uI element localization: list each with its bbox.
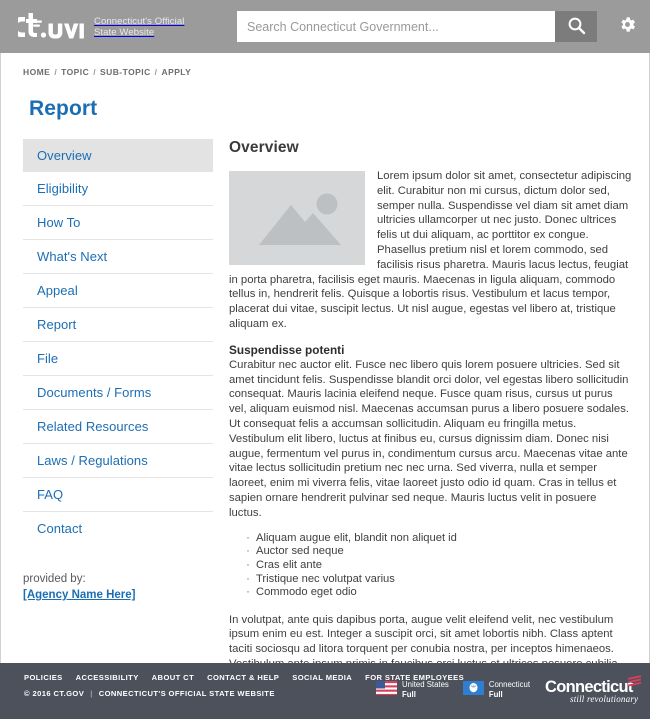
footer-link-social-media[interactable]: SOCIAL MEDIA: [292, 673, 352, 682]
copyright-separator: |: [90, 689, 93, 698]
list-item: Tristique nec volutpat varius: [246, 572, 632, 586]
page-root: Connecticut's Official State Website Sea…: [0, 0, 650, 719]
sidebar-item-file[interactable]: File: [23, 342, 213, 376]
copyright-text: © 2016 CT.GOV: [24, 689, 85, 698]
breadcrumb-item-apply[interactable]: APPLY: [161, 67, 191, 77]
brand-slogan-text: still revolutionary: [570, 694, 638, 704]
breadcrumb-separator: /: [54, 67, 58, 77]
footer-link-about-ct[interactable]: ABOUT CT: [152, 673, 194, 682]
search-input[interactable]: [237, 11, 555, 42]
footer-link-contact-help[interactable]: CONTACT & HELP: [207, 673, 279, 682]
list-item: Commodo eget odio: [246, 585, 632, 599]
flag-label-connecticut: Connecticut Full: [489, 680, 530, 699]
sidebar-item-report[interactable]: Report: [23, 308, 213, 342]
sidebar-link-laws-regulations[interactable]: Laws / Regulations: [23, 444, 213, 477]
sidebar-link-whats-next[interactable]: What's Next: [23, 240, 213, 273]
footer-link-policies[interactable]: POLICIES: [24, 673, 63, 682]
flag-status: Full: [488, 690, 503, 699]
breadcrumb-item-topic[interactable]: TOPIC: [61, 67, 89, 77]
list-item: Cras elit ante: [246, 558, 632, 572]
sidebar-item-documents-forms[interactable]: Documents / Forms: [23, 376, 213, 410]
sidebar-link-overview[interactable]: Overview: [23, 139, 213, 172]
sidebar-item-how-to[interactable]: How To: [23, 206, 213, 240]
list-item: Auctor sed neque: [246, 544, 632, 558]
sidebar-item-appeal[interactable]: Appeal: [23, 274, 213, 308]
footer-link-accessibility[interactable]: ACCESSIBILITY: [76, 673, 139, 682]
sidebar-link-related-resources[interactable]: Related Resources: [23, 410, 213, 443]
ct-flag-icon: [462, 680, 484, 700]
sidebar: Overview Eligibility How To What's Next …: [1, 139, 213, 663]
sidebar-item-overview[interactable]: Overview: [23, 139, 213, 172]
sidebar-link-contact[interactable]: Contact: [23, 512, 213, 545]
sidebar-item-related-resources[interactable]: Related Resources: [23, 410, 213, 444]
breadcrumb-separator: /: [154, 67, 158, 77]
search-bar: [237, 11, 597, 42]
footer-right-block: United States Full Connecticut Full Conn…: [376, 675, 642, 705]
gear-icon: [618, 15, 637, 37]
flag-status-united-states: United States Full: [376, 680, 449, 699]
section-heading: Overview: [229, 139, 299, 156]
page-title: Report: [29, 97, 98, 120]
breadcrumb-separator: /: [93, 67, 97, 77]
sidebar-link-appeal[interactable]: Appeal: [23, 274, 213, 307]
sidebar-link-documents-forms[interactable]: Documents / Forms: [23, 376, 213, 409]
search-icon: [567, 16, 586, 38]
breadcrumb: HOME / TOPIC / SUB-TOPIC / APPLY: [1, 53, 649, 77]
sidebar-link-how-to[interactable]: How To: [23, 206, 213, 239]
sidebar-item-whats-next[interactable]: What's Next: [23, 240, 213, 274]
site-header: Connecticut's Official State Website: [0, 0, 650, 53]
image-placeholder-icon: [229, 171, 365, 265]
flag-status: Full: [402, 690, 416, 699]
provided-by-block: provided by: [Agency Name Here]: [23, 571, 213, 603]
sidebar-link-eligibility[interactable]: Eligibility: [23, 172, 213, 205]
list-item: Aliquam augue elit, blandit non aliquet …: [246, 531, 632, 545]
page-content: HOME / TOPIC / SUB-TOPIC / APPLY Report …: [0, 53, 650, 663]
sidebar-link-file[interactable]: File: [23, 342, 213, 375]
sidebar-link-faq[interactable]: FAQ: [23, 478, 213, 511]
paragraph-closing: In volutpat, ante quis dapibus porta, au…: [229, 613, 618, 663]
site-logo-link[interactable]: Connecticut's Official State Website: [11, 12, 185, 42]
flag-name: United States: [402, 680, 449, 690]
paragraph-body: Curabitur nec auctor elit. Fusce nec lib…: [229, 358, 629, 519]
breadcrumb-item-home[interactable]: HOME: [23, 67, 50, 77]
main-content: Overview Lorem ipsum dolor sit amet, con…: [213, 139, 649, 663]
provided-by-label: provided by:: [23, 573, 86, 585]
ctgov-logo-icon: [11, 12, 86, 42]
settings-button[interactable]: [616, 15, 638, 37]
subsection-heading: Suspendisse potenti: [229, 342, 345, 357]
flag-status-connecticut: Connecticut Full: [462, 680, 530, 700]
flag-label-united-states: United States Full: [402, 680, 449, 699]
sidebar-item-contact[interactable]: Contact: [23, 512, 213, 545]
search-button[interactable]: [555, 11, 597, 42]
content-columns: Overview Eligibility How To What's Next …: [1, 121, 649, 663]
site-tagline: Connecticut's Official State Website: [94, 15, 185, 39]
sidebar-item-laws-regulations[interactable]: Laws / Regulations: [23, 444, 213, 478]
flag-name: Connecticut: [488, 680, 530, 690]
sidebar-link-report[interactable]: Report: [23, 308, 213, 341]
site-footer: POLICIES ACCESSIBILITY ABOUT CT CONTACT …: [0, 663, 650, 719]
footer-tagline: CONNECTICUT'S OFFICIAL STATE WEBSITE: [98, 689, 275, 698]
sidebar-item-faq[interactable]: FAQ: [23, 478, 213, 512]
agency-name-link[interactable]: [Agency Name Here]: [23, 587, 213, 603]
bullet-list: Aliquam augue elit, blandit non aliquet …: [229, 531, 632, 600]
sidebar-item-eligibility[interactable]: Eligibility: [23, 172, 213, 206]
us-flag-icon: [376, 680, 397, 700]
breadcrumb-item-sub-topic[interactable]: SUB-TOPIC: [100, 67, 151, 77]
sidebar-nav: Overview Eligibility How To What's Next …: [23, 139, 213, 545]
connecticut-brand-icon[interactable]: Connecticut still revolutionary: [544, 675, 642, 705]
